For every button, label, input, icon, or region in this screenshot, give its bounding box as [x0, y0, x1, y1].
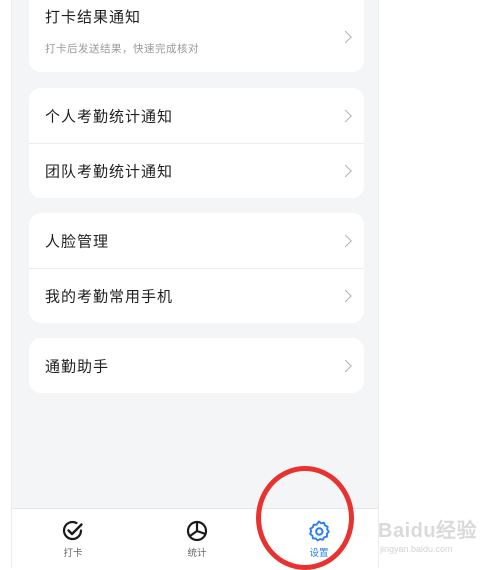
tab-label: 统计: [187, 548, 207, 559]
watermark-text: Baidu经验: [378, 520, 478, 542]
row-label: 我的考勤常用手机: [45, 287, 174, 306]
chevron-right-icon: [339, 359, 352, 372]
watermark-url: jingyan.baidu.com: [380, 544, 453, 554]
row-subtitle: 打卡后发送结果，快速完成核对: [45, 43, 199, 55]
row-commute-assistant[interactable]: 通勤助手: [29, 338, 364, 393]
row-label: 打卡结果通知: [45, 8, 142, 26]
tab-label: 打卡: [63, 548, 83, 559]
row-label: 通勤助手: [45, 357, 110, 375]
chevron-right-icon: [339, 109, 352, 122]
row-label: 人脸管理: [45, 232, 110, 250]
row-label: 团队考勤统计通知: [45, 162, 174, 181]
row-checkin-result-notify[interactable]: 打卡结果通知 打卡后发送结果，快速完成核对: [29, 0, 364, 72]
chevron-right-icon: [339, 30, 352, 44]
row-personal-stats-notify[interactable]: 个人考勤统计通知: [29, 88, 364, 143]
highlight-circle: [256, 466, 354, 570]
settings-card-attendance-stats: 个人考勤统计通知 团队考勤统计通知: [29, 88, 364, 198]
row-common-phone[interactable]: 我的考勤常用手机: [29, 268, 364, 323]
chevron-right-icon: [339, 164, 352, 178]
chevron-right-icon: [339, 289, 352, 303]
chevron-right-icon: [339, 234, 352, 247]
checkin-icon: [62, 520, 83, 541]
row-label: 个人考勤统计通知: [45, 107, 174, 125]
row-face-management[interactable]: 人脸管理: [29, 213, 364, 268]
tab-checkin[interactable]: 打卡: [43, 519, 103, 559]
settings-card-checkin-notify: 打卡结果通知 打卡后发送结果，快速完成核对: [29, 0, 364, 72]
watermark: Baidu经验 jingyan.baidu.com: [378, 512, 490, 562]
stats-pie-icon: [186, 520, 208, 542]
tab-stats[interactable]: 统计: [167, 519, 227, 559]
settings-card-devices: 人脸管理 我的考勤常用手机: [29, 213, 364, 323]
settings-card-commute: 通勤助手: [29, 338, 364, 393]
row-team-stats-notify[interactable]: 团队考勤统计通知: [29, 143, 364, 198]
